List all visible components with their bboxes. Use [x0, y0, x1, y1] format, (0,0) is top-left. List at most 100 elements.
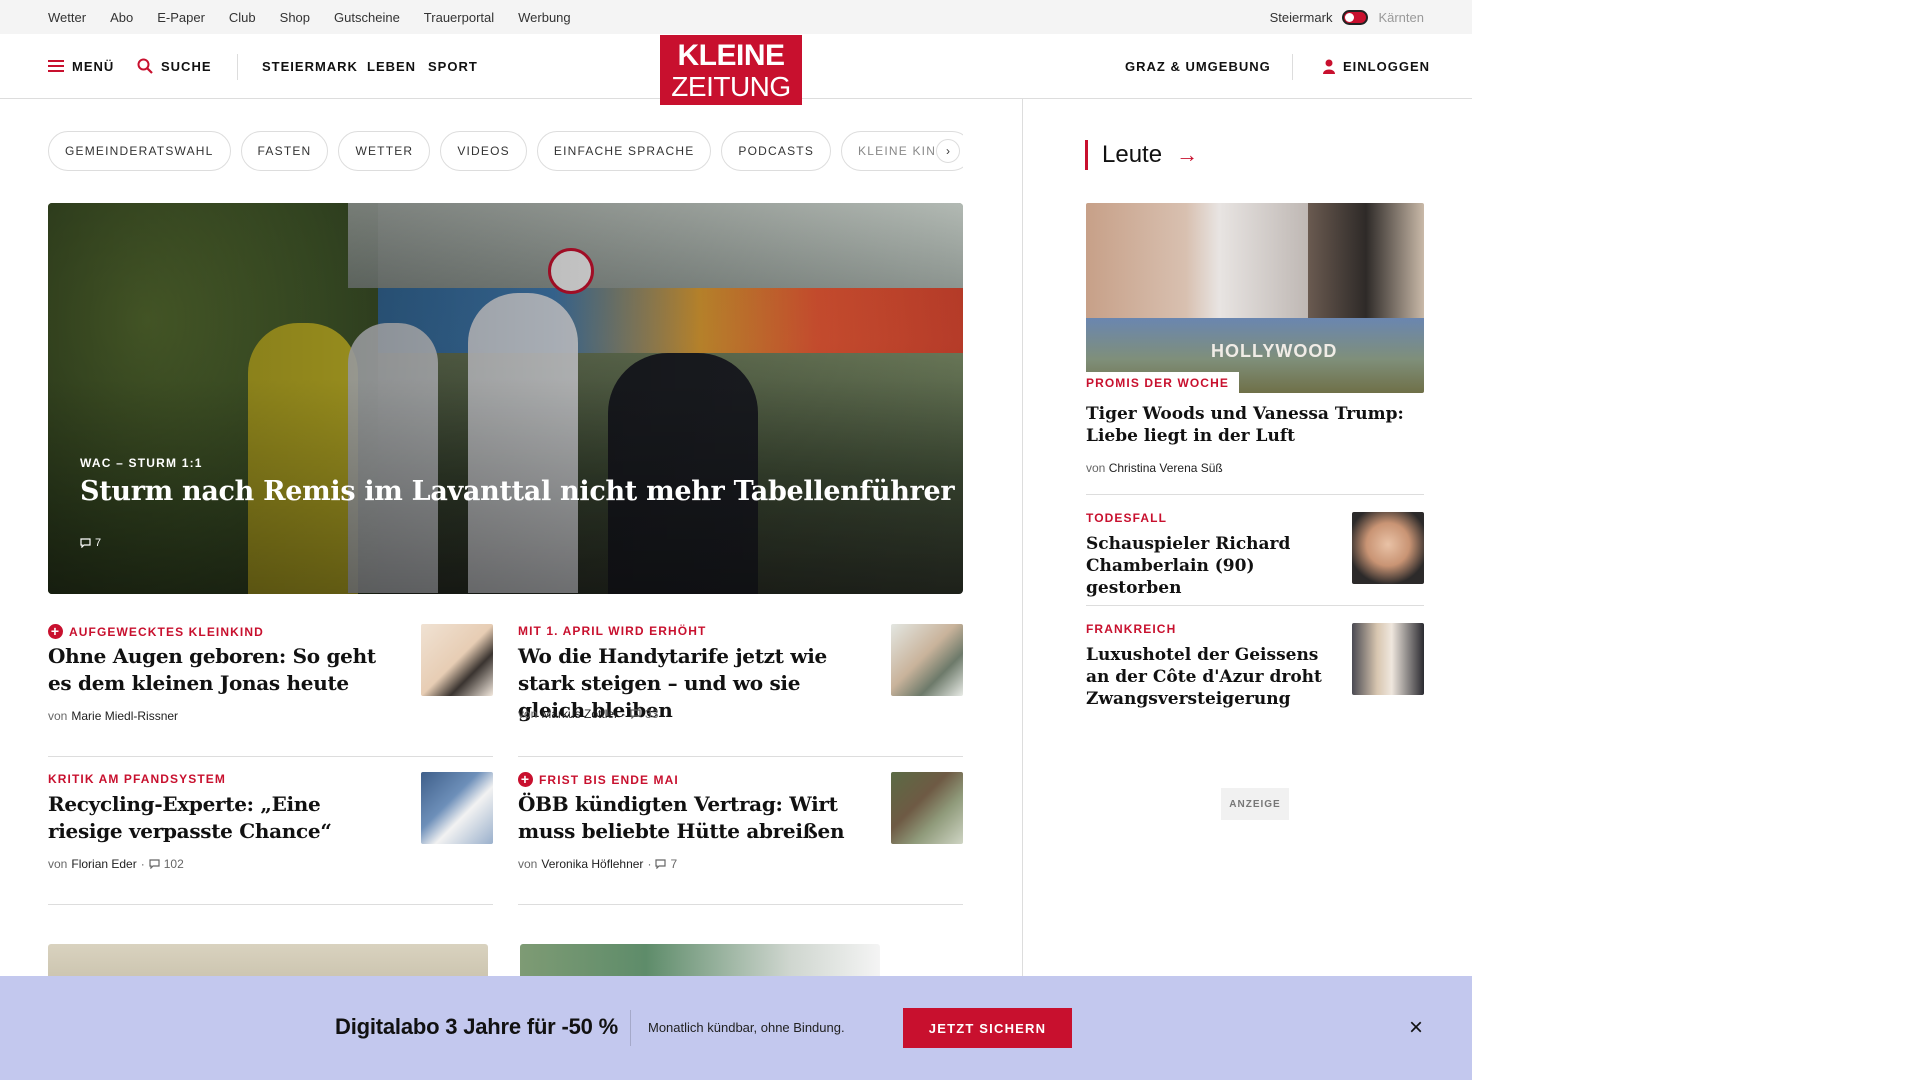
sidebar-thumbnail[interactable]: [1352, 512, 1424, 584]
sidebar-thumbnail[interactable]: [1352, 623, 1424, 695]
chip-fasten[interactable]: FASTEN: [240, 131, 329, 171]
logo-line-2: ZEITUNG: [671, 71, 791, 102]
nav-leben[interactable]: LEBEN: [367, 34, 416, 98]
banner-divider: [630, 1010, 631, 1046]
column-divider: [1022, 99, 1023, 979]
header-divider: [1292, 54, 1293, 80]
promi-title[interactable]: Tiger Woods und Vanessa Trump: Liebe lie…: [1086, 403, 1406, 447]
utility-links: Wetter Abo E-Paper Club Shop Gutscheine …: [48, 0, 595, 34]
login-button[interactable]: EINLOGGEN: [1323, 34, 1430, 98]
region-toggle[interactable]: [1342, 9, 1369, 25]
hero-comment-count: 7: [95, 537, 102, 549]
util-link-epaper[interactable]: E-Paper: [157, 10, 205, 25]
nav-steiermark[interactable]: STEIERMARK: [262, 34, 358, 98]
teaser-title[interactable]: Ohne Augen geboren: So geht es dem klein…: [48, 643, 393, 697]
teaser-article[interactable]: + FRIST BIS ENDE MAI ÖBB kündigten Vertr…: [518, 760, 963, 905]
comment-icon: [149, 859, 160, 869]
util-link-gutscheine[interactable]: Gutscheine: [334, 10, 400, 25]
teaser-kicker-text: FRIST BIS ENDE MAI: [539, 772, 679, 787]
teaser-thumbnail[interactable]: [891, 624, 963, 696]
region-kaernten[interactable]: Kärnten: [1378, 10, 1424, 25]
byline-prefix: von: [1086, 461, 1106, 475]
sidebar-divider: [1086, 605, 1424, 606]
comment-icon: [655, 859, 667, 869]
hero-title[interactable]: Sturm nach Remis im Lavanttal nicht mehr…: [80, 476, 955, 507]
teaser-byline: von Veronika Höflehner · 7: [518, 857, 677, 871]
teaser-kicker: + AUFGEWECKTES KLEINKIND: [48, 624, 264, 639]
close-icon[interactable]: ×: [1404, 1016, 1428, 1040]
teaser-title[interactable]: Recycling-Experte: „Eine riesige verpass…: [48, 791, 393, 845]
util-link-club[interactable]: Club: [229, 10, 256, 25]
region-steiermark[interactable]: Steiermark: [1270, 10, 1333, 25]
hero-article[interactable]: WAC – STURM 1:1 Sturm nach Remis im Lava…: [48, 203, 963, 594]
arrow-right-icon[interactable]: →: [1176, 142, 1198, 168]
teaser-comment-count[interactable]: 33: [645, 707, 658, 721]
hero-comments[interactable]: 7: [80, 537, 101, 549]
menu-label: MENÜ: [72, 58, 115, 74]
search-button[interactable]: SUCHE: [137, 34, 212, 98]
chip-wetter[interactable]: WETTER: [338, 131, 431, 171]
teaser-kicker-text: AUFGEWECKTES KLEINKIND: [69, 624, 264, 639]
teaser-kicker-text: MIT 1. APRIL WIRD ERHÖHT: [518, 624, 707, 638]
subscribe-button[interactable]: JETZT SICHERN: [903, 1008, 1072, 1048]
sidebar-divider: [1086, 494, 1424, 495]
user-icon: [1323, 59, 1335, 74]
header-divider: [237, 54, 238, 80]
byline-author[interactable]: Florian Eder: [71, 857, 136, 871]
chip-gemeinderatswahl[interactable]: GEMEINDERATSWAHL: [48, 131, 231, 171]
teaser-kicker: MIT 1. APRIL WIRD ERHÖHT: [518, 624, 706, 638]
chip-einfache-sprache[interactable]: EINFACHE SPRACHE: [536, 131, 712, 171]
teaser-title[interactable]: ÖBB kündigten Vertrag: Wirt muss beliebt…: [518, 791, 863, 845]
sidebar-title[interactable]: Luxushotel der Geissens an der Côte d'Az…: [1086, 644, 1336, 710]
promi-byline: von Christina Verena Süß: [1086, 461, 1223, 475]
logo-line-1: KLEINE: [677, 39, 785, 72]
teaser-article[interactable]: + AUFGEWECKTES KLEINKIND Ohne Augen gebo…: [48, 612, 493, 757]
sidebar-title[interactable]: Schauspieler Richard Chamberlain (90) ge…: [1086, 533, 1336, 599]
promi-image[interactable]: HOLLYWOOD: [1086, 203, 1424, 393]
teaser-comment-count[interactable]: 102: [164, 857, 184, 871]
byline-separator: ·: [140, 857, 145, 871]
section-accent-bar: [1085, 140, 1088, 170]
teaser-kicker: + FRIST BIS ENDE MAI: [518, 772, 679, 787]
teaser-comment-count[interactable]: 7: [670, 857, 677, 871]
byline-author[interactable]: Veronika Höflehner: [541, 857, 643, 871]
hero-kicker: WAC – STURM 1:1: [80, 456, 203, 470]
byline-separator: ·: [622, 707, 627, 721]
nav-sport[interactable]: SPORT: [428, 34, 478, 98]
byline-author[interactable]: Markus Zottler: [541, 707, 618, 721]
hollywood-sign: HOLLYWOOD: [1211, 341, 1338, 361]
chip-videos[interactable]: VIDEOS: [440, 131, 527, 171]
byline-prefix: von: [518, 707, 538, 721]
location-button[interactable]: GRAZ & UMGEBUNG: [1125, 34, 1271, 98]
page: Wetter Abo E-Paper Club Shop Gutscheine …: [0, 0, 1472, 1080]
menu-button[interactable]: MENÜ: [48, 34, 114, 98]
util-link-abo[interactable]: Abo: [110, 10, 133, 25]
teaser-article[interactable]: KRITIK AM PFANDSYSTEM Recycling-Experte:…: [48, 760, 493, 905]
ad-label: ANZEIGE: [1221, 788, 1289, 820]
section-leute-header[interactable]: Leute →: [1085, 140, 1198, 170]
byline-prefix: von: [48, 857, 68, 871]
site-logo[interactable]: KLEINE ZEITUNG: [660, 35, 802, 105]
util-link-werbung[interactable]: Werbung: [518, 10, 571, 25]
teaser-thumbnail[interactable]: [421, 624, 493, 696]
teaser-byline: von Florian Eder · 102: [48, 857, 184, 871]
byline-author[interactable]: Christina Verena Süß: [1109, 461, 1223, 475]
comment-icon: [80, 538, 91, 548]
section-title[interactable]: Leute: [1102, 141, 1162, 169]
promi-image-part: [1086, 203, 1308, 318]
search-label: SUCHE: [161, 58, 212, 74]
chevron-right-icon[interactable]: ›: [936, 139, 960, 163]
promi-image-part: [1308, 203, 1424, 318]
chip-podcasts[interactable]: PODCASTS: [721, 131, 832, 171]
util-link-wetter[interactable]: Wetter: [48, 10, 86, 25]
teaser-thumbnail[interactable]: [421, 772, 493, 844]
region-switch: Steiermark Kärnten: [1270, 0, 1424, 34]
teaser-thumbnail[interactable]: [891, 772, 963, 844]
teaser-byline: von Marie Miedl-Rissner: [48, 709, 178, 723]
util-link-trauerportal[interactable]: Trauerportal: [424, 10, 494, 25]
byline-prefix: von: [48, 709, 68, 723]
toggle-knob: [1345, 12, 1355, 22]
teaser-article[interactable]: MIT 1. APRIL WIRD ERHÖHT Wo die Handytar…: [518, 612, 963, 757]
byline-author[interactable]: Marie Miedl-Rissner: [71, 709, 178, 723]
util-link-shop[interactable]: Shop: [280, 10, 310, 25]
